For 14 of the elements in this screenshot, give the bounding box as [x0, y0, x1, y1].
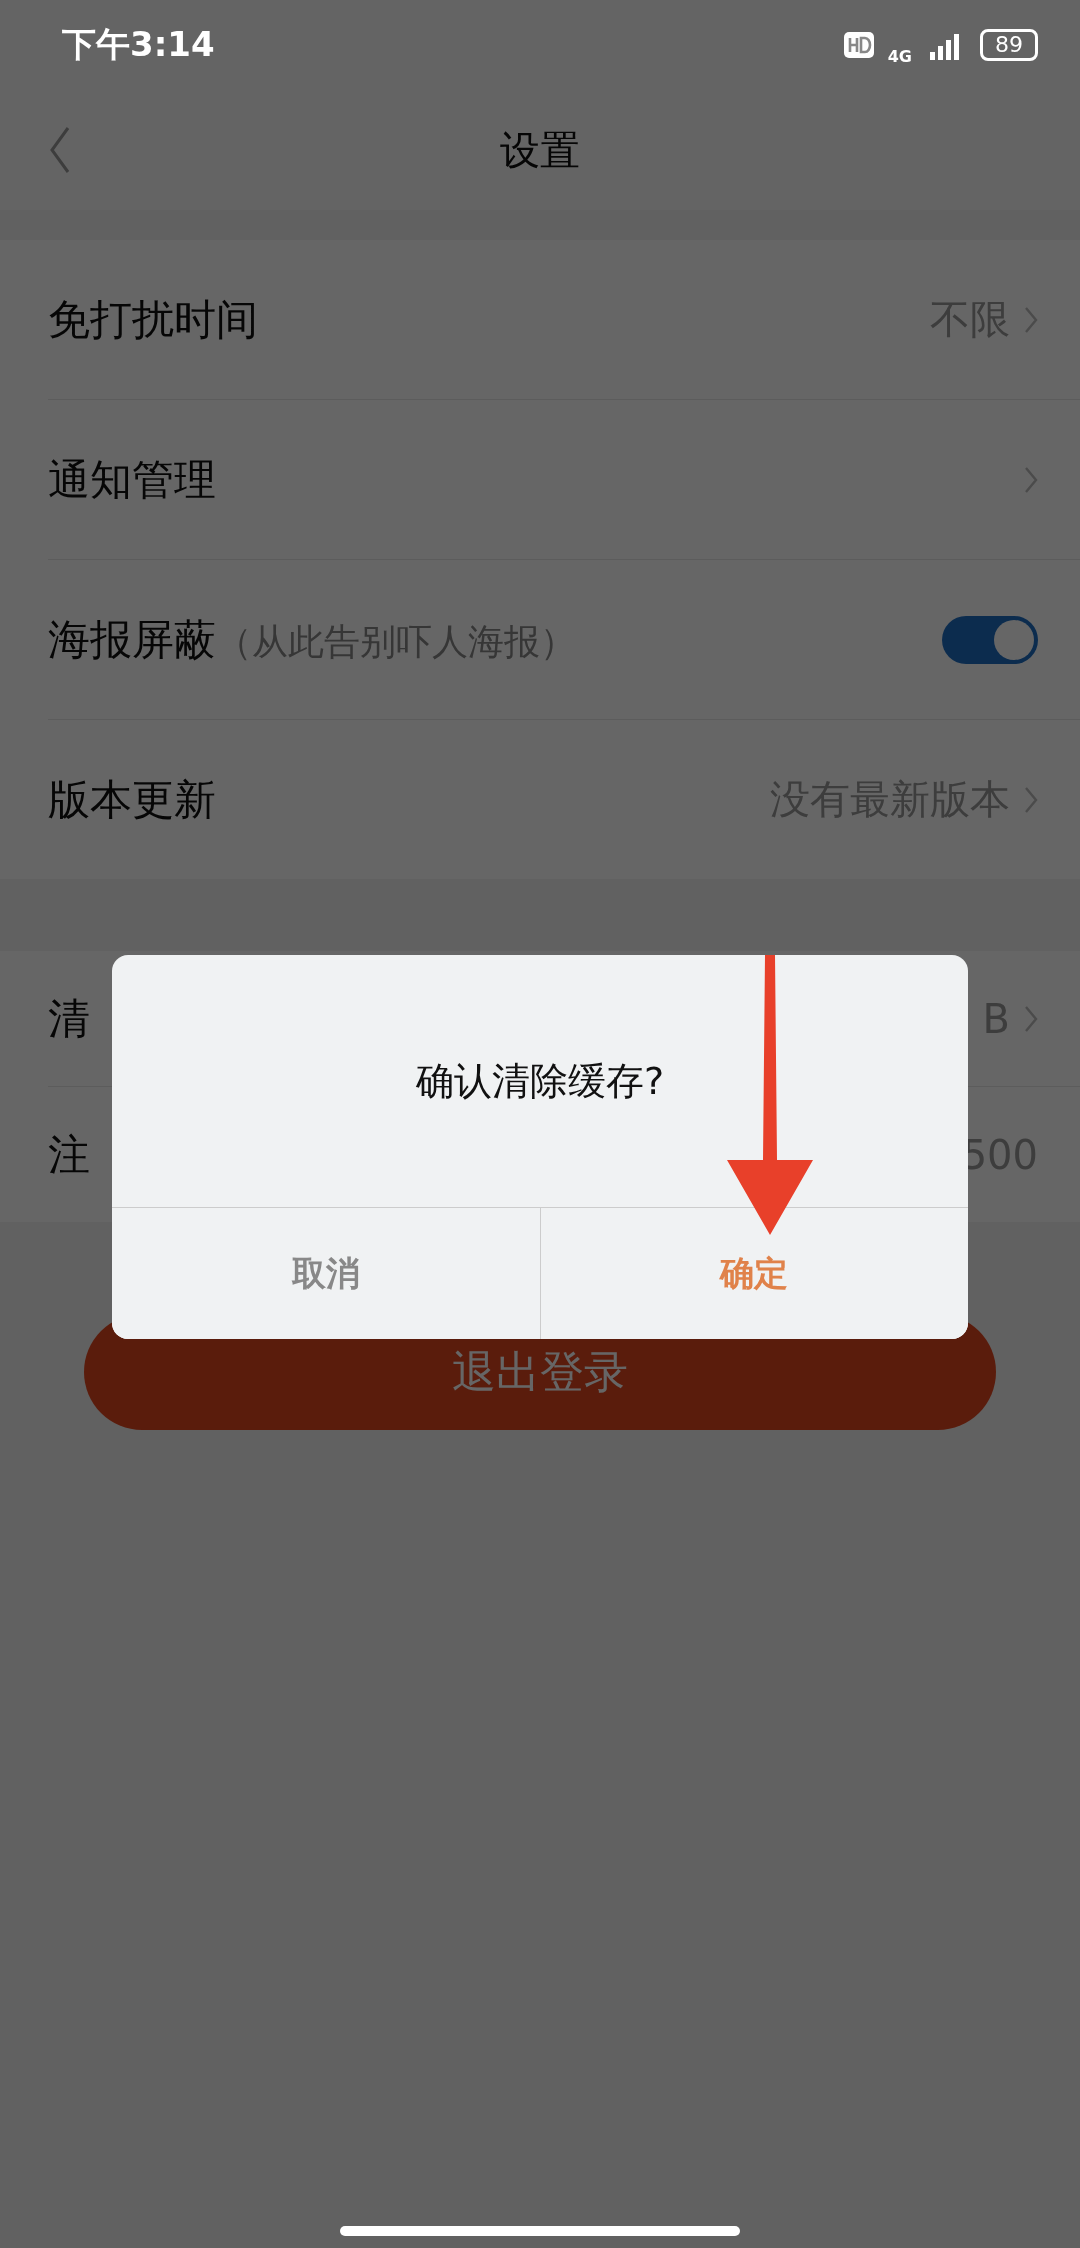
row-label: 海报屏蔽: [48, 614, 216, 664]
status-time: 下午3:14: [62, 23, 215, 66]
toggle-switch[interactable]: [942, 615, 1038, 664]
cancel-button[interactable]: 取消: [112, 1208, 541, 1339]
row-label: 注: [48, 1129, 90, 1179]
row-label: 清: [48, 993, 90, 1043]
page-title: 设置: [500, 125, 580, 175]
network-label: 4G: [887, 46, 912, 66]
back-icon[interactable]: [48, 126, 72, 174]
row-label: 免打扰时间: [48, 294, 258, 344]
row-label: 版本更新: [48, 774, 216, 824]
battery-indicator: 89: [980, 29, 1038, 61]
row-label: 通知管理: [48, 454, 216, 504]
hd-icon: [843, 32, 874, 58]
